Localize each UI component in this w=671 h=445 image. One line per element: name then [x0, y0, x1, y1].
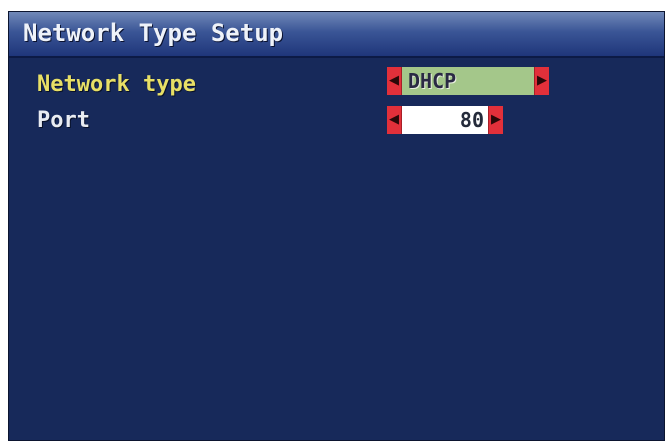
port-left-arrow-icon[interactable]: ◀	[387, 106, 402, 134]
title-bar: Network Type Setup	[9, 12, 664, 58]
network-type-right-arrow-icon[interactable]: ▶	[534, 67, 549, 95]
network-type-left-arrow-icon[interactable]: ◀	[387, 67, 402, 95]
port-right-arrow-icon[interactable]: ▶	[488, 106, 503, 134]
network-type-value[interactable]: DHCP	[402, 67, 534, 95]
page-title: Network Type Setup	[23, 19, 284, 47]
network-type-label: Network type	[37, 72, 196, 97]
osd-screen: Network Type Setup Network type ◀ DHCP ▶…	[9, 12, 664, 440]
port-selector[interactable]: ◀ 80 ▶	[387, 106, 503, 134]
network-type-selector[interactable]: ◀ DHCP ▶	[387, 67, 549, 95]
port-value[interactable]: 80	[402, 106, 488, 134]
port-label: Port	[37, 108, 90, 133]
